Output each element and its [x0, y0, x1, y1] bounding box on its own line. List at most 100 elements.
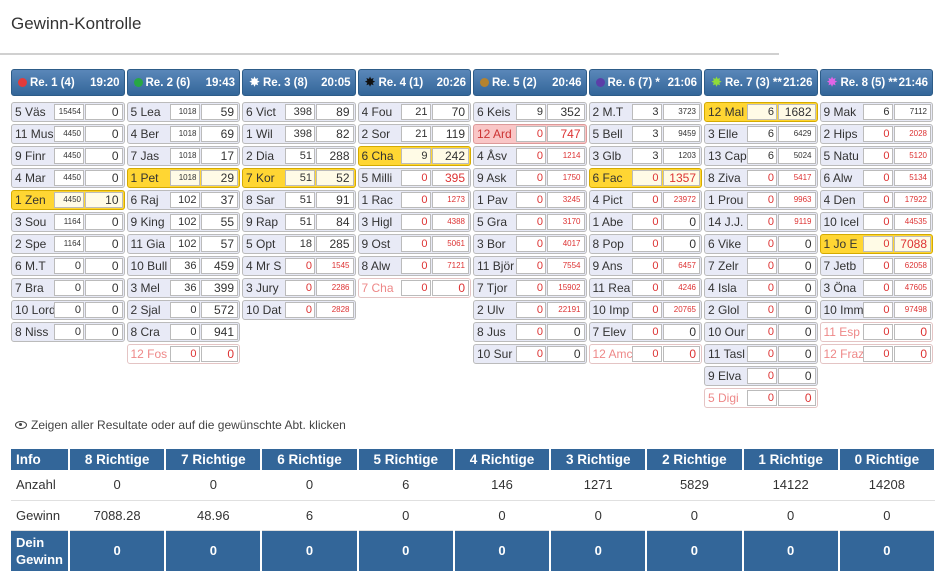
runner-row[interactable]: 12 Fraz 0 0	[819, 344, 933, 364]
runner-row[interactable]: 10 Imm 0 97498	[819, 300, 933, 320]
runner-row[interactable]: 5 Opt 18 285	[242, 234, 356, 254]
runner-row[interactable]: 10 Dat 0 2828	[242, 300, 356, 320]
runner-row[interactable]: 9 Rap 51 84	[242, 212, 356, 232]
runner-row[interactable]: 5 Milli 0 395	[357, 168, 471, 188]
runner-row[interactable]: 1 Jo E 0 7088	[819, 234, 933, 254]
runner-row[interactable]: 10 Sur 0 0	[473, 344, 587, 364]
runner-row[interactable]: 2 Hips 0 2028	[819, 124, 933, 144]
runner-row[interactable]: 11 Mus 4450 0	[11, 124, 125, 144]
runner-row[interactable]: 11 Rea 0 4246	[588, 278, 702, 298]
runner-row[interactable]: 5 Bell 3 9459	[588, 124, 702, 144]
runner-row[interactable]: 2 Sor 21 119	[357, 124, 471, 144]
runner-row[interactable]: 9 Mak 6 7112	[819, 102, 933, 122]
runner-row[interactable]: 5 Gra 0 3170	[473, 212, 587, 232]
runner-row[interactable]: 11 Björ 0 7554	[473, 256, 587, 276]
runner-row[interactable]: 8 Jus 0 0	[473, 322, 587, 342]
runner-row[interactable]: 6 Vict 398 89	[242, 102, 356, 122]
runner-row[interactable]: 4 Mr S 0 1545	[242, 256, 356, 276]
runner-row[interactable]: 12 Fos 0 0	[126, 344, 240, 364]
runner-row[interactable]: 2 Spe 1164 0	[11, 234, 125, 254]
runner-row[interactable]: 1 Prou 0 9963	[704, 190, 818, 210]
runner-row[interactable]: 7 Jas 1018 17	[126, 146, 240, 166]
runner-row[interactable]: 4 Mar 4450 0	[11, 168, 125, 188]
runner-row[interactable]: 4 Ber 1018 69	[126, 124, 240, 144]
runner-row[interactable]: 6 Vike 0 0	[704, 234, 818, 254]
runner-row[interactable]: 8 Pop 0 0	[588, 234, 702, 254]
runner-row[interactable]: 10 Imp 0 20765	[588, 300, 702, 320]
runner-row[interactable]: 3 Higl 0 4388	[357, 212, 471, 232]
runner-row[interactable]: 2 Ulv 0 22191	[473, 300, 587, 320]
runner-row[interactable]: 9 King 102 55	[126, 212, 240, 232]
runner-row[interactable]: 3 Öna 0 47605	[819, 278, 933, 298]
runner-row[interactable]: 4 Den 0 17922	[819, 190, 933, 210]
runner-row[interactable]: 12 Amc 0 0	[588, 344, 702, 364]
race-header[interactable]: ✸ Re. 8 (5) ** 21:46	[819, 69, 933, 96]
runner-row[interactable]: 7 Elev 0 0	[588, 322, 702, 342]
runner-row[interactable]: 6 Alw 0 5134	[819, 168, 933, 188]
runner-row[interactable]: 7 Tjor 0 15902	[473, 278, 587, 298]
runner-row[interactable]: 6 M.T 0 0	[11, 256, 125, 276]
runner-row[interactable]: 10 Lord 0 0	[11, 300, 125, 320]
race-header[interactable]: Re. 6 (7) * 21:06	[588, 69, 702, 96]
runner-row[interactable]: 4 Isla 0 0	[704, 278, 818, 298]
runner-row[interactable]: 13 Cap 6 5024	[704, 146, 818, 166]
runner-row[interactable]: 12 Mal 6 1682	[704, 102, 818, 122]
runner-row[interactable]: 9 Finr 4450 0	[11, 146, 125, 166]
runner-row[interactable]: 8 Ziva 0 5417	[704, 168, 818, 188]
runner-row[interactable]: 10 Bull 36 459	[126, 256, 240, 276]
runner-row[interactable]: 5 Natu 0 5120	[819, 146, 933, 166]
runner-row[interactable]: 3 Mel 36 399	[126, 278, 240, 298]
runner-row[interactable]: 9 Ost 0 5061	[357, 234, 471, 254]
runner-row[interactable]: 1 Pet 1018 29	[126, 168, 240, 188]
runner-row[interactable]: 5 Digi 0 0	[704, 388, 818, 408]
runner-row[interactable]: 4 Pict 0 23972	[588, 190, 702, 210]
runner-row[interactable]: 3 Bor 0 4017	[473, 234, 587, 254]
race-header[interactable]: Re. 5 (2) 20:46	[473, 69, 587, 96]
runner-row[interactable]: 2 M.T 3 3723	[588, 102, 702, 122]
runner-row[interactable]: 8 Sar 51 91	[242, 190, 356, 210]
runner-row[interactable]: 3 Elle 6 6429	[704, 124, 818, 144]
runner-row[interactable]: 8 Niss 0 0	[11, 322, 125, 342]
runner-row[interactable]: 9 Elva 0 0	[704, 366, 818, 386]
runner-row[interactable]: 3 Sou 1164 0	[11, 212, 125, 232]
race-header[interactable]: Re. 1 (4) 19:20	[11, 69, 125, 96]
runner-row[interactable]: 10 Our 0 0	[704, 322, 818, 342]
runner-row[interactable]: 9 Ask 0 1750	[473, 168, 587, 188]
race-header[interactable]: Re. 2 (6) 19:43	[126, 69, 240, 96]
runner-row[interactable]: 6 Cha 9 242	[357, 146, 471, 166]
runner-row[interactable]: 12 Ard 0 747	[473, 124, 587, 144]
runner-row[interactable]: 14 J.J. 0 9119	[704, 212, 818, 232]
runner-row[interactable]: 1 Wil 398 82	[242, 124, 356, 144]
runner-row[interactable]: 8 Alw 0 7121	[357, 256, 471, 276]
runner-row[interactable]: 8 Cra 0 941	[126, 322, 240, 342]
race-header[interactable]: ✸ Re. 7 (3) ** 21:26	[704, 69, 818, 96]
runner-row[interactable]: 4 Åsv 0 1214	[473, 146, 587, 166]
runner-row[interactable]: 7 Kor 51 52	[242, 168, 356, 188]
runner-row[interactable]: 6 Fac 0 1357	[588, 168, 702, 188]
runner-row[interactable]: 11 Gia 102 57	[126, 234, 240, 254]
runner-row[interactable]: 3 Glb 3 1203	[588, 146, 702, 166]
runner-row[interactable]: 10 Icel 0 44535	[819, 212, 933, 232]
runner-row[interactable]: 7 Zelr 0 0	[704, 256, 818, 276]
runner-row[interactable]: 4 Fou 21 70	[357, 102, 471, 122]
runner-row[interactable]: 7 Cha 0 0	[357, 278, 471, 298]
runner-row[interactable]: 2 Glol 0 0	[704, 300, 818, 320]
runner-row[interactable]: 7 Bra 0 0	[11, 278, 125, 298]
runner-row[interactable]: 1 Abe 0 0	[588, 212, 702, 232]
runner-row[interactable]: 11 Tasl 0 0	[704, 344, 818, 364]
runner-row[interactable]: 5 Lea 1018 59	[126, 102, 240, 122]
runner-row[interactable]: 2 Sjal 0 572	[126, 300, 240, 320]
runner-row[interactable]: 3 Jury 0 2286	[242, 278, 356, 298]
runner-row[interactable]: 7 Jetb 0 62058	[819, 256, 933, 276]
runner-row[interactable]: 9 Ans 0 6457	[588, 256, 702, 276]
race-header[interactable]: ✸ Re. 4 (1) 20:26	[357, 69, 471, 96]
runner-row[interactable]: 6 Raj 102 37	[126, 190, 240, 210]
runner-row[interactable]: 1 Zen 4450 10	[11, 190, 125, 210]
race-header[interactable]: ✸ Re. 3 (8) 20:05	[242, 69, 356, 96]
runner-row[interactable]: 1 Rac 0 1273	[357, 190, 471, 210]
show-all-hint[interactable]: Zeigen aller Resultate oder auf die gewü…	[15, 418, 346, 432]
runner-row[interactable]: 2 Dia 51 288	[242, 146, 356, 166]
runner-row[interactable]: 6 Keis 9 352	[473, 102, 587, 122]
runner-row[interactable]: 5 Väs 15454 0	[11, 102, 125, 122]
runner-row[interactable]: 1 Pav 0 3245	[473, 190, 587, 210]
